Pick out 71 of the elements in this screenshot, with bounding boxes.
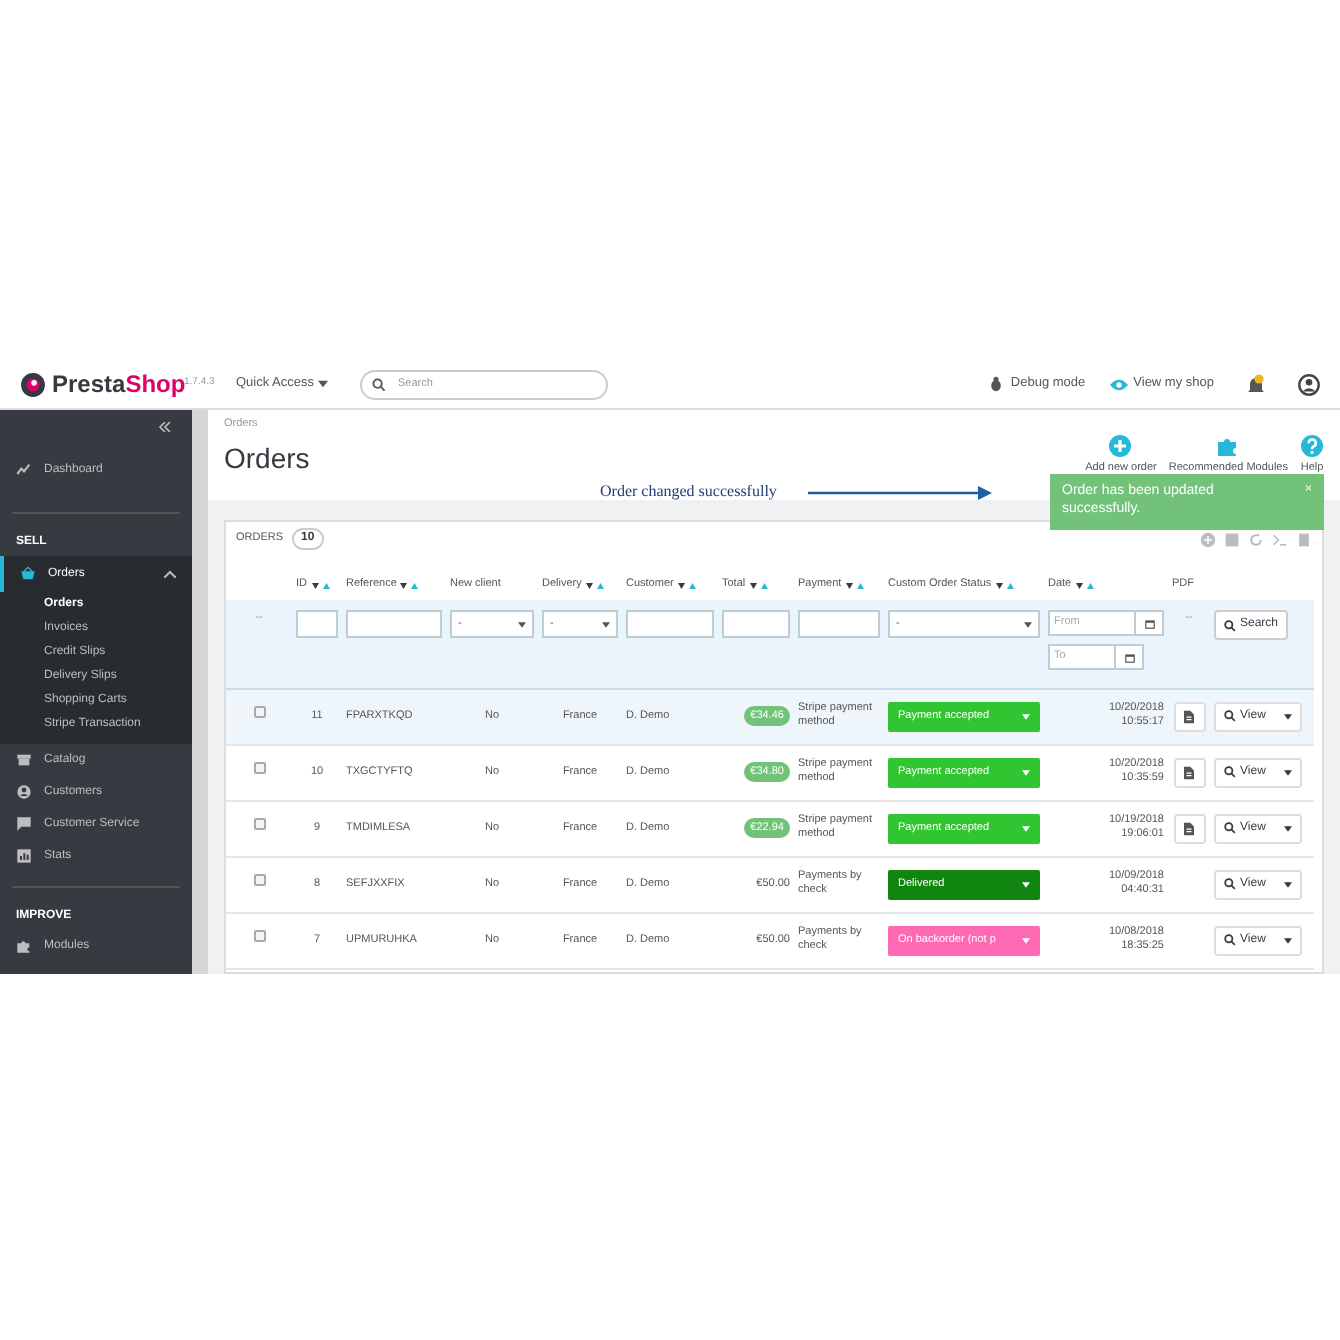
zoom-icon bbox=[1224, 766, 1236, 778]
sort-icon[interactable] bbox=[995, 581, 1014, 589]
annotation-text: Order changed successfully bbox=[600, 480, 777, 504]
pdf-button[interactable] bbox=[1173, 813, 1205, 843]
arrow-icon bbox=[808, 485, 993, 499]
filter-field[interactable] bbox=[346, 610, 442, 638]
filter-field[interactable] bbox=[722, 610, 790, 638]
caret-icon bbox=[1024, 621, 1032, 627]
basket-icon bbox=[20, 566, 36, 582]
sort-icon[interactable] bbox=[845, 581, 864, 589]
filter-field[interactable] bbox=[296, 610, 338, 638]
caret-icon bbox=[1022, 769, 1030, 775]
pdf-button[interactable] bbox=[1173, 701, 1205, 731]
document-icon bbox=[1184, 821, 1194, 835]
puzzle-icon bbox=[16, 938, 32, 954]
sort-icon[interactable] bbox=[585, 581, 604, 589]
caret-icon bbox=[1284, 881, 1292, 887]
collapse-icon[interactable] bbox=[158, 421, 172, 431]
filter-field[interactable] bbox=[626, 610, 714, 638]
caret-icon bbox=[1284, 825, 1292, 831]
caret-icon bbox=[1022, 713, 1030, 719]
zoom-icon bbox=[1224, 710, 1236, 722]
caret-icon bbox=[518, 621, 526, 627]
caret-icon bbox=[1284, 937, 1292, 943]
calendar-button[interactable] bbox=[1116, 644, 1144, 670]
pdf-button[interactable] bbox=[1173, 757, 1205, 787]
calendar-icon bbox=[1143, 617, 1155, 629]
filter-field[interactable] bbox=[798, 610, 880, 638]
help-icon bbox=[1300, 434, 1324, 458]
document-icon bbox=[1184, 765, 1194, 779]
row-checkbox[interactable] bbox=[253, 706, 265, 719]
caret-icon bbox=[1022, 825, 1030, 831]
caret-icon bbox=[1284, 713, 1292, 719]
logo-icon[interactable] bbox=[20, 371, 46, 397]
store-icon bbox=[16, 752, 32, 768]
user-icon bbox=[16, 784, 32, 800]
trend-icon bbox=[16, 462, 32, 478]
caret-icon bbox=[1022, 881, 1030, 887]
bug-icon bbox=[988, 376, 1005, 392]
chat-icon bbox=[16, 816, 32, 832]
chevron-up-icon bbox=[164, 570, 176, 578]
sort-icon[interactable] bbox=[1075, 581, 1094, 589]
page-title: Orders bbox=[224, 440, 312, 479]
sort-icon[interactable] bbox=[677, 581, 696, 589]
search-icon bbox=[1224, 619, 1236, 631]
search-icon bbox=[372, 377, 386, 391]
zoom-icon bbox=[1224, 878, 1236, 890]
sort-icon[interactable] bbox=[311, 581, 329, 589]
zoom-icon bbox=[1224, 934, 1236, 946]
bell-icon[interactable] bbox=[1246, 373, 1266, 395]
puzzle-icon bbox=[1216, 434, 1241, 458]
eye-icon bbox=[1109, 377, 1128, 391]
row-checkbox[interactable] bbox=[253, 874, 265, 887]
scrollbar[interactable] bbox=[192, 410, 208, 974]
user-account-icon[interactable] bbox=[1298, 373, 1320, 395]
calendar-icon bbox=[1123, 651, 1135, 663]
caret-icon bbox=[1022, 937, 1030, 943]
sort-icon[interactable] bbox=[749, 581, 768, 589]
document-icon bbox=[1184, 709, 1194, 723]
chart-icon bbox=[16, 848, 32, 864]
plus-icon bbox=[1108, 434, 1133, 458]
caret-icon bbox=[1284, 769, 1292, 775]
caret-icon bbox=[318, 380, 329, 388]
caret-icon bbox=[602, 621, 610, 627]
calendar-button[interactable] bbox=[1136, 610, 1164, 636]
row-checkbox[interactable] bbox=[253, 930, 265, 943]
sort-icon[interactable] bbox=[400, 581, 419, 589]
row-checkbox[interactable] bbox=[253, 818, 265, 831]
zoom-icon bbox=[1224, 822, 1236, 834]
logo-text[interactable]: PrestaShop bbox=[52, 366, 186, 402]
row-checkbox[interactable] bbox=[253, 762, 265, 775]
